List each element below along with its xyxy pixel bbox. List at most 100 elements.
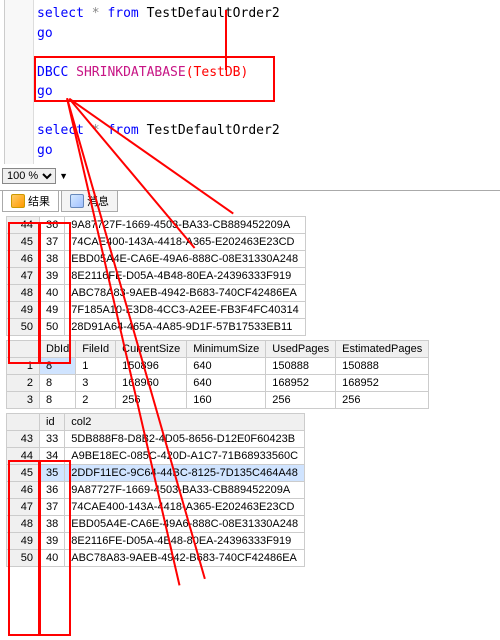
cell[interactable]: 256 bbox=[266, 392, 336, 409]
annotate-arrow bbox=[225, 10, 227, 70]
row-index: 48 bbox=[7, 516, 40, 533]
cell[interactable]: EBD05A4E-CA6E-49A6-888C-08E31330A248 bbox=[65, 516, 305, 533]
cell[interactable]: 2DDF11EC-9C64-44BC-8125-7D135C464A48 bbox=[65, 465, 305, 482]
cell[interactable]: 8 bbox=[40, 375, 76, 392]
zoom-combo[interactable]: 100 % ▼ bbox=[2, 168, 496, 186]
table-row[interactable]: 44369A87727F-1669-4503-BA33-CB889452209A bbox=[7, 217, 306, 234]
table-row[interactable]: 47398E2116FE-D05A-4B48-80EA-24396333F919 bbox=[7, 268, 306, 285]
cell[interactable]: 8E2116FE-D05A-4B48-80EA-24396333F919 bbox=[65, 268, 305, 285]
results-tabs: 结果 消息 bbox=[0, 190, 500, 212]
table-row[interactable]: 283168960640168952168952 bbox=[7, 375, 429, 392]
cell[interactable]: 40 bbox=[40, 285, 65, 302]
col-header[interactable]: FileId bbox=[76, 341, 116, 358]
table-row[interactable]: 49497F185A10-E3D8-4CC3-A2EE-FB3F4FC40314 bbox=[7, 302, 306, 319]
cell[interactable]: 5DB888F8-D8B2-4D05-8656-D12E0F60423B bbox=[65, 431, 305, 448]
row-index: 47 bbox=[7, 268, 40, 285]
cell[interactable]: 1 bbox=[76, 358, 116, 375]
cell[interactable]: 168952 bbox=[266, 375, 336, 392]
editor-line bbox=[37, 102, 492, 122]
col-header[interactable]: EstimatedPages bbox=[336, 341, 429, 358]
cell[interactable]: 39 bbox=[40, 533, 65, 550]
cell[interactable]: 7F185A10-E3D8-4CC3-A2EE-FB3F4FC40314 bbox=[65, 302, 305, 319]
result-grid-2[interactable]: DbIdFileIdCurrentSizeMinimumSizeUsedPage… bbox=[6, 340, 429, 409]
cell[interactable]: 168952 bbox=[336, 375, 429, 392]
table-row[interactable]: 382256160256256 bbox=[7, 392, 429, 409]
row-index: 46 bbox=[7, 482, 40, 499]
row-index: 49 bbox=[7, 302, 40, 319]
cell[interactable]: ABC78A83-9AEB-4942-B683-740CF42486EA bbox=[65, 550, 305, 567]
cell[interactable]: ABC78A83-9AEB-4942-B683-740CF42486EA bbox=[65, 285, 305, 302]
cell[interactable]: 160 bbox=[187, 392, 266, 409]
cell[interactable]: 50 bbox=[40, 319, 65, 336]
zoom-select[interactable]: 100 % bbox=[2, 168, 56, 184]
table-row[interactable]: 4638EBD05A4E-CA6E-49A6-888C-08E31330A248 bbox=[7, 251, 306, 268]
editor-line: go bbox=[37, 24, 492, 44]
result-grid-1[interactable]: 44369A87727F-1669-4503-BA33-CB889452209A… bbox=[6, 216, 306, 336]
cell[interactable]: 39 bbox=[40, 268, 65, 285]
editor-line: DBCC SHRINKDATABASE(TestDB) bbox=[37, 63, 492, 83]
row-index: 50 bbox=[7, 319, 40, 336]
tab-results[interactable]: 结果 bbox=[2, 191, 59, 212]
cell[interactable]: 256 bbox=[336, 392, 429, 409]
results-icon bbox=[11, 194, 25, 208]
row-index: 47 bbox=[7, 499, 40, 516]
cell[interactable]: 8E2116FE-D05A-4B48-80EA-24396333F919 bbox=[65, 533, 305, 550]
cell[interactable]: 38 bbox=[40, 516, 65, 533]
col-header[interactable]: MinimumSize bbox=[187, 341, 266, 358]
cell[interactable]: 150888 bbox=[336, 358, 429, 375]
table-row[interactable]: 505028D91A64-465A-4A85-9D1F-57B17533EB11 bbox=[7, 319, 306, 336]
header-row: idcol2 bbox=[7, 414, 305, 431]
col-header[interactable]: col2 bbox=[65, 414, 305, 431]
table-row[interactable]: 4840ABC78A83-9AEB-4942-B683-740CF42486EA bbox=[7, 285, 306, 302]
cell[interactable]: 37 bbox=[40, 234, 65, 251]
table-row[interactable]: 5040ABC78A83-9AEB-4942-B683-740CF42486EA bbox=[7, 550, 305, 567]
header-row: DbIdFileIdCurrentSizeMinimumSizeUsedPage… bbox=[7, 341, 429, 358]
cell[interactable]: 3 bbox=[76, 375, 116, 392]
cell[interactable]: 37 bbox=[40, 499, 65, 516]
row-index: 44 bbox=[7, 448, 40, 465]
row-index: 43 bbox=[7, 431, 40, 448]
row-index: 44 bbox=[7, 217, 40, 234]
table-row[interactable]: 181150896640150888150888 bbox=[7, 358, 429, 375]
cell[interactable]: 49 bbox=[40, 302, 65, 319]
cell[interactable]: 9A87727F-1669-4503-BA33-CB889452209A bbox=[65, 482, 305, 499]
col-header[interactable]: id bbox=[40, 414, 65, 431]
cell[interactable]: 34 bbox=[40, 448, 65, 465]
table-row[interactable]: 453774CAE400-143A-4418-A365-E202463E23CD bbox=[7, 234, 306, 251]
row-index: 2 bbox=[7, 375, 40, 392]
cell[interactable]: 640 bbox=[187, 358, 266, 375]
table-row[interactable]: 4434A9BE18EC-085C-420D-A1C7-71B68933560C bbox=[7, 448, 305, 465]
row-index: 46 bbox=[7, 251, 40, 268]
row-index: 50 bbox=[7, 550, 40, 567]
cell[interactable]: 150888 bbox=[266, 358, 336, 375]
cell[interactable]: 33 bbox=[40, 431, 65, 448]
cell[interactable]: 2 bbox=[76, 392, 116, 409]
cell[interactable]: 640 bbox=[187, 375, 266, 392]
cell[interactable]: 35 bbox=[40, 465, 65, 482]
row-index: 45 bbox=[7, 465, 40, 482]
cell[interactable]: 36 bbox=[40, 217, 65, 234]
table-row[interactable]: 43335DB888F8-D8B2-4D05-8656-D12E0F60423B bbox=[7, 431, 305, 448]
editor-gutter bbox=[5, 0, 34, 164]
table-row[interactable]: 473774CAE400-143A-4418-A365-E202463E23CD bbox=[7, 499, 305, 516]
table-row[interactable]: 4838EBD05A4E-CA6E-49A6-888C-08E31330A248 bbox=[7, 516, 305, 533]
col-header[interactable]: DbId bbox=[40, 341, 76, 358]
row-index: 1 bbox=[7, 358, 40, 375]
col-header[interactable]: UsedPages bbox=[266, 341, 336, 358]
editor-line: go bbox=[37, 82, 492, 102]
dropdown-icon: ▼ bbox=[59, 171, 68, 181]
editor-line: select * from TestDefaultOrder2 bbox=[37, 4, 492, 24]
table-row[interactable]: 49398E2116FE-D05A-4B48-80EA-24396333F919 bbox=[7, 533, 305, 550]
cell[interactable]: 28D91A64-465A-4A85-9D1F-57B17533EB11 bbox=[65, 319, 305, 336]
cell[interactable]: 8 bbox=[40, 392, 76, 409]
tab-label: 结果 bbox=[28, 193, 50, 209]
row-index: 49 bbox=[7, 533, 40, 550]
cell[interactable]: 36 bbox=[40, 482, 65, 499]
cell[interactable]: 38 bbox=[40, 251, 65, 268]
cell[interactable]: A9BE18EC-085C-420D-A1C7-71B68933560C bbox=[65, 448, 305, 465]
row-index: 48 bbox=[7, 285, 40, 302]
editor-line bbox=[37, 43, 492, 63]
cell[interactable]: 8 bbox=[40, 358, 76, 375]
cell[interactable]: 40 bbox=[40, 550, 65, 567]
row-index: 3 bbox=[7, 392, 40, 409]
